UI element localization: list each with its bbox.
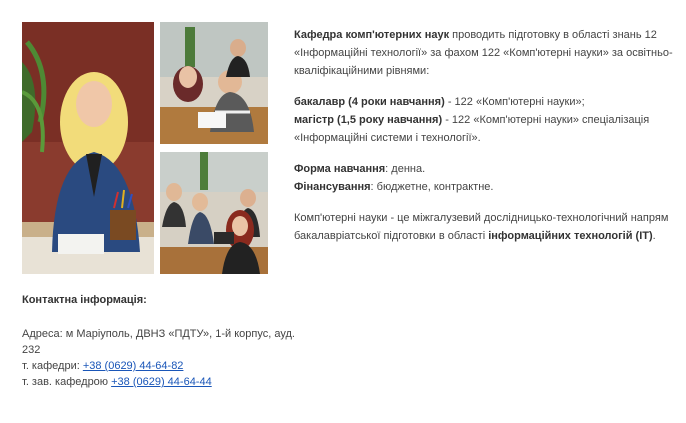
head-phone-row: т. зав. кафедрою +38 (0629) 44-64-44 [22, 374, 302, 390]
dept-phone-row: т. кафедри: +38 (0629) 44-64-82 [22, 358, 302, 374]
study-form-value: : денна. [385, 163, 426, 175]
finance-value: : бюджетне, контрактне. [370, 181, 494, 193]
students-classroom-photo-1 [160, 22, 268, 144]
study-form-label: Форма навчання [294, 163, 386, 175]
contact-info: Контактна інформація: Адреса: м Маріупол… [22, 292, 302, 390]
description-highlight: інформаційних технологій (ІТ) [488, 230, 653, 242]
department-name: Кафедра комп'ютерних наук [294, 29, 450, 41]
bachelor-text: - 122 «Комп'ютерні науки»; [444, 96, 585, 108]
bachelor-label: бакалавр (4 роки навчання) [294, 96, 445, 108]
department-info: Кафедра комп'ютерних наук проводить підг… [294, 26, 674, 258]
levels-paragraph: бакалавр (4 роки навчання) - 122 «Комп'ю… [294, 93, 674, 147]
students-classroom-photo-2 [160, 152, 268, 274]
department-head-photo [22, 22, 154, 274]
head-phone-label: т. зав. кафедрою [22, 376, 112, 388]
contact-address: Адреса: м Маріуполь, ДВНЗ «ПДТУ», 1-й ко… [22, 328, 295, 356]
dept-phone-link[interactable]: +38 (0629) 44-64-82 [83, 360, 184, 372]
head-phone-link[interactable]: +38 (0629) 44-64-44 [111, 376, 212, 388]
description-paragraph: Комп'ютерні науки - це міжгалузевий досл… [294, 209, 674, 245]
finance-label: Фінансування [294, 181, 371, 193]
photo-collage [22, 22, 268, 274]
contact-title: Контактна інформація: [22, 294, 147, 306]
dept-phone-label: т. кафедри: [22, 360, 83, 372]
master-label: магістр (1,5 року навчання) [294, 114, 443, 126]
intro-paragraph: Кафедра комп'ютерних наук проводить підг… [294, 26, 674, 80]
study-paragraph: Форма навчання: денна. Фінансування: бюдж… [294, 160, 674, 196]
description-end: . [652, 230, 656, 242]
